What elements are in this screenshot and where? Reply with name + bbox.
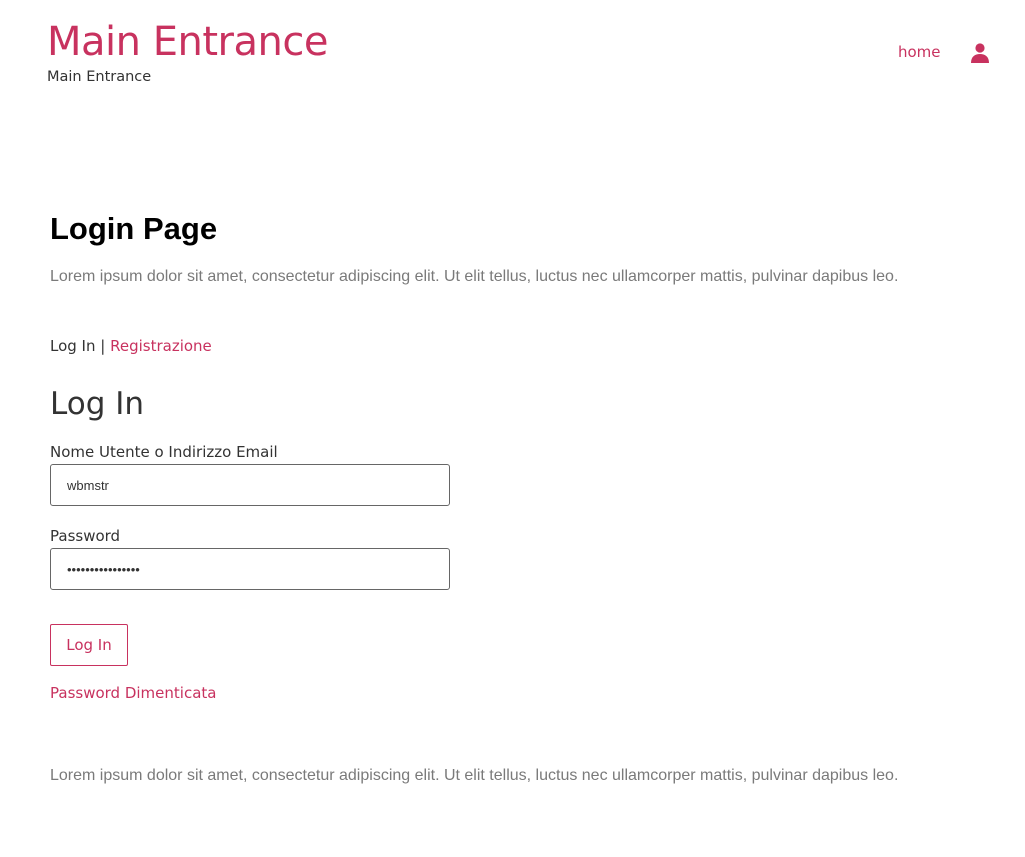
intro-text: Lorem ipsum dolor sit amet, consectetur …: [50, 268, 899, 285]
page-title: Login Page: [50, 211, 218, 246]
login-button[interactable]: Log In: [50, 624, 128, 666]
password-label: Password: [50, 527, 121, 545]
nav-home-link[interactable]: home: [898, 42, 941, 62]
username-label: Nome Utente o Indirizzo Email: [50, 443, 278, 461]
user-icon[interactable]: [969, 42, 991, 64]
login-form-title: Log In: [50, 386, 145, 422]
site-title[interactable]: Main Entrance: [47, 18, 328, 66]
auth-tabs: Log In | Registrazione: [50, 336, 212, 356]
site-tagline: Main Entrance: [47, 69, 152, 85]
user-icon-graphic: [971, 43, 989, 63]
tab-register-link[interactable]: Registrazione: [110, 337, 212, 355]
username-input[interactable]: [50, 464, 450, 506]
password-input[interactable]: [50, 548, 450, 590]
tab-separator: |: [95, 337, 111, 355]
forgot-password-link[interactable]: Password Dimenticata: [50, 683, 216, 703]
outro-text: Lorem ipsum dolor sit amet, consectetur …: [50, 767, 899, 784]
tab-login: Log In: [50, 337, 96, 355]
